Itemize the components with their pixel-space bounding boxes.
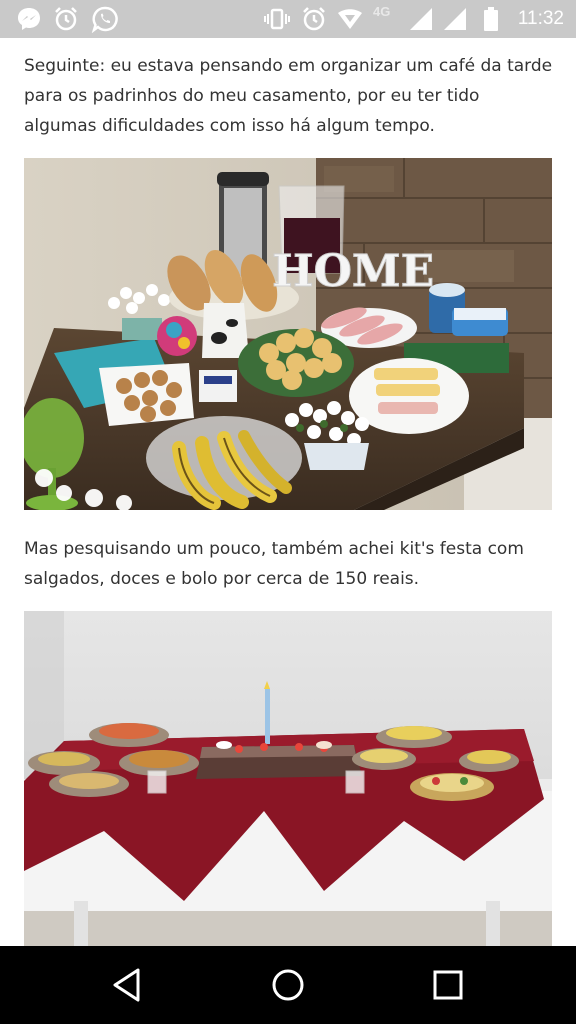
alarm-icon (303, 7, 325, 31)
coffee-table-photo: HOME (24, 158, 552, 510)
vibrate-icon (264, 8, 290, 30)
signal-icon (444, 8, 466, 30)
party-kit-photo (24, 611, 552, 946)
network-type: 4G (373, 4, 391, 19)
recents-icon[interactable] (425, 962, 471, 1008)
whatsapp-icon (91, 6, 118, 33)
messenger-icon (18, 8, 40, 30)
wifi-icon (338, 9, 362, 29)
status-time: 11:32 (517, 8, 564, 29)
article-content[interactable]: Seguinte: eu estava pensando em organiza… (0, 38, 576, 946)
home-sign-text: HOME (272, 246, 434, 297)
navigation-bar (0, 946, 576, 1024)
paragraph-party-kits: Mas pesquisando um pouco, também achei k… (24, 539, 524, 589)
battery-icon (484, 7, 498, 31)
back-icon[interactable] (105, 962, 151, 1008)
alarm-icon (55, 7, 77, 31)
status-bar: 4G 11:32 (0, 0, 576, 38)
paragraph-intro: Seguinte: eu estava pensando em organiza… (24, 56, 553, 136)
home-icon[interactable] (265, 962, 311, 1008)
signal-icon (410, 8, 432, 30)
